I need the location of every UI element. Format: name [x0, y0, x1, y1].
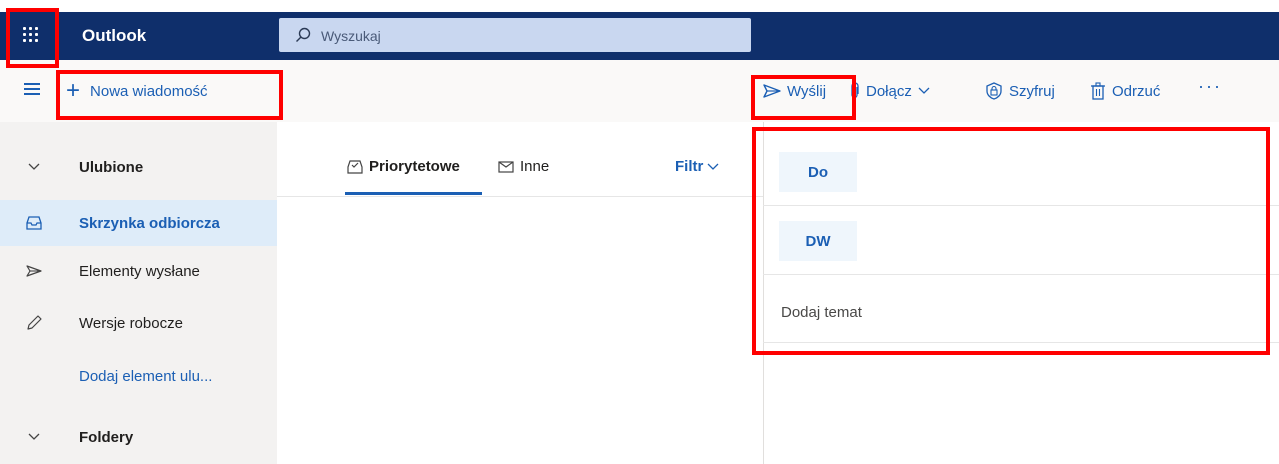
add-favorite-label: Dodaj element ulu... — [79, 367, 213, 385]
inbox-icon — [25, 216, 43, 230]
favorites-header[interactable]: Ulubione — [0, 144, 277, 190]
encrypt-label: Szyfruj — [1009, 82, 1055, 100]
divider — [763, 205, 1279, 206]
trash-icon — [1091, 82, 1105, 100]
send-button[interactable]: Wyślij — [763, 77, 826, 105]
chevron-down-icon — [25, 433, 43, 441]
tab-other[interactable]: Inne — [498, 158, 549, 175]
discard-button[interactable]: Odrzuć — [1090, 77, 1160, 105]
attach-label: Dołącz — [866, 82, 912, 100]
discard-label: Odrzuć — [1112, 82, 1161, 100]
send-label: Wyślij — [787, 82, 827, 100]
tab-focused-label: Priorytetowe — [369, 158, 460, 175]
sidebar-item-label: Skrzynka odbiorcza — [79, 214, 220, 232]
tab-other-label: Inne — [520, 158, 550, 175]
attach-button[interactable]: Dołącz — [850, 77, 930, 105]
tab-focused[interactable]: Priorytetowe — [347, 158, 460, 175]
command-bar: + Nowa wiadomość Wyślij Dołącz Szyfruj O… — [0, 60, 1279, 122]
divider — [763, 342, 1279, 343]
sidebar-item-inbox[interactable]: Skrzynka odbiorcza — [0, 200, 277, 246]
waffle-icon — [22, 26, 38, 42]
folders-label: Foldery — [79, 428, 134, 446]
favorites-label: Ulubione — [79, 158, 144, 176]
filter-label: Filtr — [675, 158, 704, 175]
folder-pane: Ulubione Skrzynka odbiorcza Elementy wys… — [0, 122, 277, 464]
new-message-label: Nowa wiadomość — [90, 82, 208, 100]
search-input[interactable] — [319, 18, 723, 54]
shield-lock-icon — [986, 82, 1002, 100]
chevron-down-icon — [25, 163, 43, 171]
subject-input[interactable] — [779, 294, 1253, 330]
send-icon — [763, 84, 781, 98]
plus-icon: + — [66, 77, 81, 104]
sidebar-item-label: Wersje robocze — [79, 314, 183, 332]
app-title[interactable]: Outlook — [82, 12, 146, 60]
paperclip-icon — [851, 82, 859, 99]
search-box[interactable] — [279, 18, 751, 54]
focused-inbox-icon — [347, 159, 363, 174]
sidebar-item-drafts[interactable]: Wersje robocze — [0, 300, 277, 346]
filter-button[interactable]: Filtr — [675, 158, 719, 175]
folders-header[interactable]: Foldery — [0, 414, 277, 460]
to-button[interactable]: Do — [779, 152, 857, 192]
app-launcher-button[interactable] — [8, 12, 52, 56]
cc-button[interactable]: DW — [779, 221, 857, 261]
new-message-button[interactable]: + Nowa wiadomość — [66, 77, 208, 105]
more-options-button[interactable]: ··· — [1198, 76, 1222, 97]
sidebar-item-label: Elementy wysłane — [79, 262, 200, 280]
active-tab-indicator — [345, 192, 482, 195]
divider — [763, 274, 1279, 275]
add-favorite-link[interactable]: Dodaj element ulu... — [0, 353, 277, 399]
hamburger-menu-icon[interactable] — [24, 80, 44, 100]
search-icon — [296, 27, 311, 42]
mail-icon — [498, 160, 514, 173]
top-bar: Outlook — [0, 12, 1279, 60]
message-list-tabs: Priorytetowe Inne Filtr — [277, 122, 763, 197]
encrypt-button[interactable]: Szyfruj — [985, 77, 1055, 105]
chevron-down-icon — [918, 87, 930, 94]
pencil-icon — [25, 315, 43, 331]
send-icon — [25, 265, 43, 277]
sidebar-item-sent[interactable]: Elementy wysłane — [0, 248, 277, 294]
chevron-down-icon — [707, 163, 719, 170]
